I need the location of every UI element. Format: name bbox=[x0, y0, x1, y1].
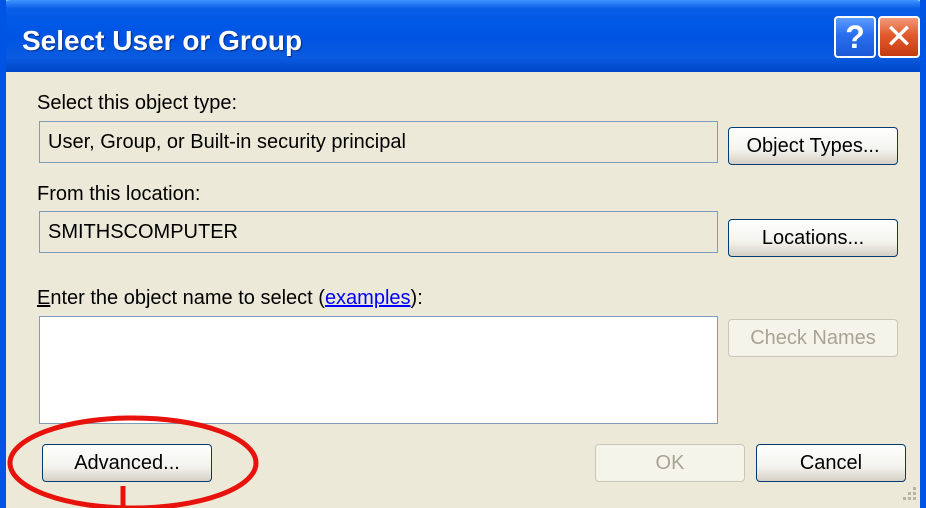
dialog-title: Select User or Group bbox=[22, 25, 303, 56]
object-types-button[interactable]: Object Types... bbox=[728, 127, 898, 165]
object-type-label: Select this object type: bbox=[37, 92, 238, 114]
object-name-label-text: nter the object name to select ( bbox=[50, 287, 325, 309]
resize-grip-icon[interactable] bbox=[898, 484, 918, 504]
cancel-button[interactable]: Cancel bbox=[756, 444, 906, 482]
help-icon[interactable]: ? bbox=[834, 16, 876, 58]
object-name-label: Enter the object name to select (example… bbox=[37, 287, 423, 310]
location-field: SMITHSCOMPUTER bbox=[39, 211, 718, 253]
location-label: From this location: bbox=[37, 183, 201, 205]
advanced-button[interactable]: Advanced... bbox=[42, 444, 212, 482]
select-user-dialog: Select User or Group ? ✕ Select this obj… bbox=[0, 0, 926, 508]
close-icon[interactable]: ✕ bbox=[878, 16, 920, 58]
object-name-input[interactable] bbox=[39, 316, 718, 424]
check-names-button[interactable]: Check Names bbox=[728, 319, 898, 357]
examples-link[interactable]: examples bbox=[325, 287, 411, 309]
ok-button[interactable]: OK bbox=[595, 444, 745, 482]
access-key-e: E bbox=[37, 287, 51, 309]
object-type-field: User, Group, or Built-in security princi… bbox=[39, 121, 718, 163]
object-name-label-end: ): bbox=[410, 287, 423, 309]
title-bar[interactable]: Select User or Group ? ✕ bbox=[6, 0, 920, 72]
locations-button[interactable]: Locations... bbox=[728, 219, 898, 257]
